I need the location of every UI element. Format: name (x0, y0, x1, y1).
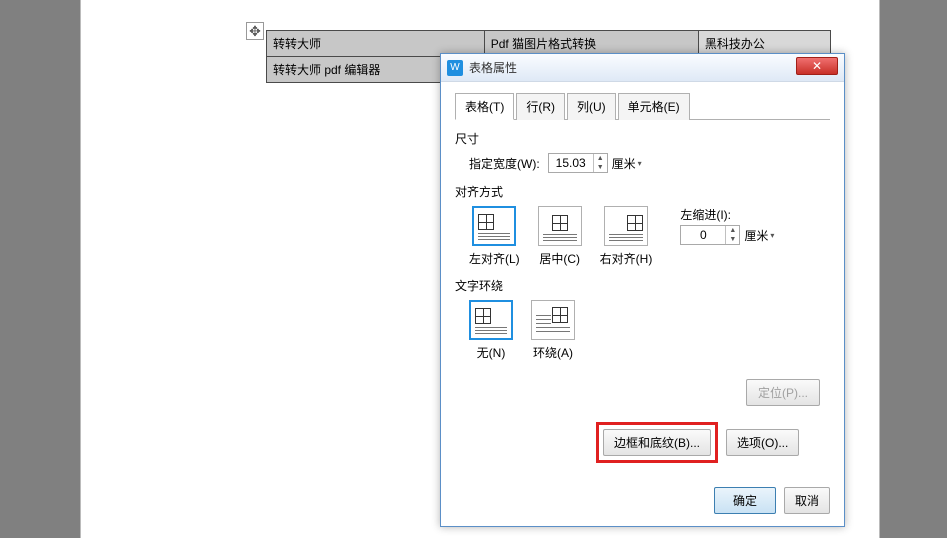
wrap-around-option[interactable]: 环绕(A) (531, 300, 575, 361)
spinner-up-icon[interactable]: ▲ (594, 154, 607, 163)
indent-label: 左缩进(I): (680, 206, 774, 223)
indent-spinner[interactable]: ▲ ▼ (680, 225, 740, 245)
table-properties-dialog: W 表格属性 ✕ 表格(T) 行(R) 列(U) 单元格(E) 尺寸 指定宽度(… (440, 53, 845, 527)
width-unit-dropdown[interactable]: 厘米 (612, 155, 642, 172)
tab-row[interactable]: 行(R) (516, 93, 565, 120)
tab-strip: 表格(T) 行(R) 列(U) 单元格(E) (455, 92, 830, 120)
spinner-up-icon[interactable]: ▲ (726, 226, 739, 235)
align-center-option[interactable]: 居中(C) (538, 206, 582, 267)
spinner-down-icon[interactable]: ▼ (594, 163, 607, 172)
align-section-label: 对齐方式 (455, 183, 830, 200)
indent-unit-dropdown[interactable]: 厘米 (744, 227, 774, 244)
app-icon: W (447, 60, 463, 76)
tab-table[interactable]: 表格(T) (455, 93, 514, 120)
position-button: 定位(P)... (746, 379, 820, 406)
indent-input[interactable] (681, 226, 725, 244)
dialog-titlebar[interactable]: W 表格属性 ✕ (441, 54, 844, 82)
cancel-button[interactable]: 取消 (784, 487, 830, 514)
align-left-option[interactable]: 左对齐(L) (469, 206, 520, 267)
width-input[interactable] (549, 154, 593, 172)
tab-column[interactable]: 列(U) (567, 93, 616, 120)
tab-cell[interactable]: 单元格(E) (618, 93, 690, 120)
align-right-option[interactable]: 右对齐(H) (600, 206, 653, 267)
border-shading-button[interactable]: 边框和底纹(B)... (603, 429, 711, 456)
width-spinner[interactable]: ▲ ▼ (548, 153, 608, 173)
dialog-title: 表格属性 (469, 59, 517, 76)
wrap-section-label: 文字环绕 (455, 277, 830, 294)
size-section-label: 尺寸 (455, 130, 830, 147)
close-button[interactable]: ✕ (796, 57, 838, 75)
table-move-handle[interactable]: ✥ (246, 22, 264, 40)
wrap-none-option[interactable]: 无(N) (469, 300, 513, 361)
highlight-box: 边框和底纹(B)... (596, 422, 718, 463)
spinner-down-icon[interactable]: ▼ (726, 235, 739, 244)
ok-button[interactable]: 确定 (714, 487, 776, 514)
width-label: 指定宽度(W): (469, 155, 540, 172)
options-button[interactable]: 选项(O)... (726, 429, 799, 456)
